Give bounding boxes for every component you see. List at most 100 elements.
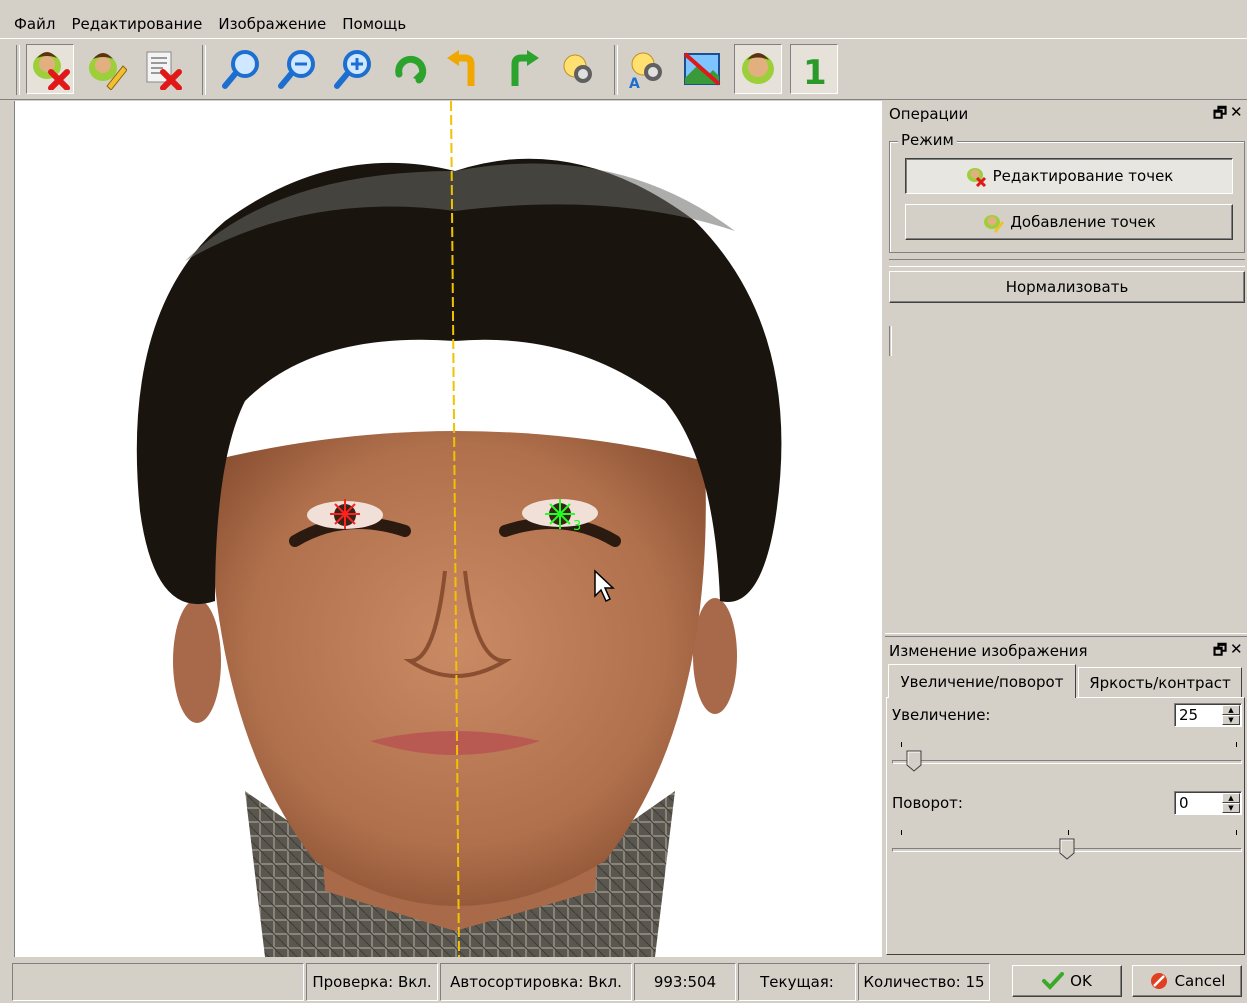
mode-group-title: Режим bbox=[898, 131, 957, 149]
cancel-button[interactable]: Cancel bbox=[1132, 965, 1242, 997]
tab-brightness-contrast[interactable]: Яркость/контраст bbox=[1078, 667, 1242, 697]
face-points-button[interactable] bbox=[734, 44, 782, 94]
zoom-slider-thumb[interactable] bbox=[906, 750, 922, 772]
delete-points-button[interactable] bbox=[26, 44, 74, 94]
image-adjust-title: Изменение изображения bbox=[885, 638, 1247, 664]
add-points-label: Добавление точек bbox=[1010, 213, 1156, 231]
status-autosort: Автосортировка: Вкл. bbox=[440, 963, 632, 1001]
status-bar: Проверка: Вкл. Автосортировка: Вкл. 993:… bbox=[0, 961, 1247, 1003]
rotation-slider-thumb[interactable] bbox=[1059, 838, 1075, 860]
menu-image[interactable]: Изображение bbox=[218, 15, 326, 33]
float-icon[interactable]: 🗗 bbox=[1213, 103, 1227, 128]
edit-points-button[interactable] bbox=[82, 44, 130, 94]
splitter-handle[interactable] bbox=[889, 326, 892, 356]
status-count-text: Количество: 15 bbox=[863, 973, 985, 991]
status-count: Количество: 15 bbox=[858, 963, 990, 1001]
operations-panel-title: Операции bbox=[885, 101, 1247, 127]
status-check: Проверка: Вкл. bbox=[306, 963, 438, 1001]
status-coords: 993:504 bbox=[634, 963, 736, 1001]
operations-title-text: Операции bbox=[889, 105, 969, 123]
number-one-button[interactable]: 1 bbox=[790, 44, 838, 94]
zoom-spinbox[interactable]: 25 ▲ ▼ bbox=[1174, 703, 1242, 727]
tab-brightness-contrast-label: Яркость/контраст bbox=[1089, 673, 1231, 692]
auto-brightness-button[interactable]: A bbox=[622, 44, 670, 94]
normalize-label: Нормализовать bbox=[1005, 278, 1129, 296]
redo-button[interactable] bbox=[498, 44, 546, 94]
toolbar: A 1 bbox=[0, 38, 1247, 100]
checkmark-icon bbox=[1042, 972, 1065, 990]
edit-person-icon bbox=[89, 53, 127, 90]
number-one-icon: 1 bbox=[803, 53, 827, 90]
divider bbox=[889, 259, 1245, 267]
edit-person-icon bbox=[984, 215, 1005, 233]
operations-panel: Операции 🗗 ✕ Режим Редактирование точек … bbox=[885, 101, 1247, 633]
rotation-spinbox[interactable]: 0 ▲ ▼ bbox=[1174, 791, 1242, 815]
status-current: Текущая: bbox=[738, 963, 856, 1001]
toolbar-separator-2 bbox=[614, 45, 618, 95]
dock-splitter[interactable] bbox=[885, 633, 1247, 637]
zoom-out-button[interactable] bbox=[274, 44, 322, 94]
add-points-mode-button[interactable]: Добавление точек bbox=[905, 204, 1233, 240]
toolbar-grip[interactable] bbox=[16, 45, 20, 95]
rotate-icon bbox=[395, 55, 427, 84]
zoom-spin-arrows[interactable]: ▲ ▼ bbox=[1222, 705, 1240, 725]
rotation-label: Поворот: bbox=[892, 794, 963, 812]
zoom-slider[interactable] bbox=[892, 760, 1242, 764]
zoom-label: Увеличение: bbox=[892, 706, 991, 724]
float-icon[interactable]: 🗗 bbox=[1213, 640, 1227, 665]
zoom-in-icon bbox=[334, 50, 371, 89]
rotation-spin-arrows[interactable]: ▲ ▼ bbox=[1222, 793, 1240, 813]
zoom-slider-tick-max bbox=[1236, 742, 1237, 747]
chevron-up-icon[interactable]: ▲ bbox=[1222, 793, 1240, 803]
status-check-text: Проверка: Вкл. bbox=[312, 973, 432, 991]
image-canvas[interactable]: 3 bbox=[14, 101, 882, 957]
tab-zoom-rotate[interactable]: Увеличение/поворот bbox=[888, 664, 1076, 698]
chevron-down-icon[interactable]: ▼ bbox=[1222, 803, 1240, 813]
rotation-slider-tick-min bbox=[901, 830, 902, 835]
status-panel-empty bbox=[12, 963, 304, 1001]
face-photo bbox=[136, 101, 782, 957]
undo-button[interactable] bbox=[442, 44, 490, 94]
edit-points-label: Редактирование точек bbox=[992, 167, 1174, 185]
hide-image-button[interactable] bbox=[678, 44, 726, 94]
delete-document-icon bbox=[146, 51, 182, 90]
close-icon[interactable]: ✕ bbox=[1230, 103, 1243, 121]
menu-bar: Файл Редактирование Изображение Помощь bbox=[0, 10, 1247, 38]
chevron-up-icon[interactable]: ▲ bbox=[1222, 705, 1240, 715]
rotate-button[interactable] bbox=[386, 44, 434, 94]
status-coords-text: 993:504 bbox=[653, 973, 717, 991]
zoom-out-icon bbox=[278, 50, 315, 89]
zoom-slider-tick-min bbox=[901, 742, 902, 747]
zoom-value: 25 bbox=[1179, 706, 1199, 724]
delete-person-icon bbox=[33, 52, 70, 90]
menu-help[interactable]: Помощь bbox=[342, 15, 406, 33]
svg-text:A: A bbox=[629, 76, 640, 90]
zoom-in-button[interactable] bbox=[330, 44, 378, 94]
rotation-value: 0 bbox=[1179, 794, 1189, 812]
zoom-icon bbox=[222, 50, 259, 89]
zoom-button[interactable] bbox=[218, 44, 266, 94]
delete-person-icon bbox=[966, 168, 986, 187]
delete-file-button[interactable] bbox=[138, 44, 186, 94]
redo-icon bbox=[511, 50, 539, 86]
hide-image-icon bbox=[683, 52, 721, 86]
menu-file[interactable]: Файл bbox=[14, 15, 55, 33]
image-adjust-title-text: Изменение изображения bbox=[889, 642, 1088, 660]
brightness-button[interactable] bbox=[554, 44, 602, 94]
cancel-label: Cancel bbox=[1174, 972, 1226, 990]
brightness-icon bbox=[563, 54, 592, 83]
undo-icon bbox=[447, 50, 475, 86]
ok-label: OK bbox=[1070, 972, 1092, 990]
close-icon[interactable]: ✕ bbox=[1230, 640, 1243, 658]
edit-points-mode-button[interactable]: Редактирование точек bbox=[905, 158, 1233, 194]
auto-brightness-icon: A bbox=[629, 52, 662, 90]
normalize-button[interactable]: Нормализовать bbox=[889, 271, 1245, 303]
chevron-down-icon[interactable]: ▼ bbox=[1222, 715, 1240, 725]
status-current-text: Текущая: bbox=[760, 973, 834, 991]
menu-edit[interactable]: Редактирование bbox=[71, 15, 202, 33]
ok-button[interactable]: OK bbox=[1012, 965, 1122, 997]
cancel-icon bbox=[1150, 973, 1167, 989]
right-eye-marker-label: 3 bbox=[573, 519, 582, 534]
rotation-slider-tick-max bbox=[1236, 830, 1237, 835]
tab-zoom-rotate-label: Увеличение/поворот bbox=[900, 672, 1064, 691]
